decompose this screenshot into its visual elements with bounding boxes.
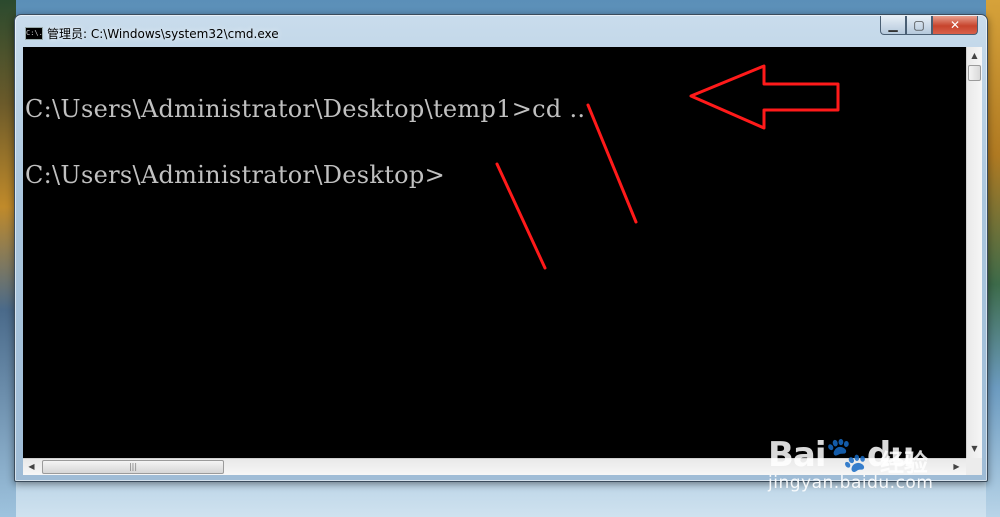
red-arrow-annotation [689, 64, 840, 130]
watermark-url: jingyan.baidu.com [768, 473, 934, 493]
red-line-annotation-1 [586, 103, 638, 224]
paw-logo-icon: 🐾 [825, 435, 868, 475]
baidu-watermark: Bai🐾du 经验 jingyan.baidu.com [760, 405, 980, 500]
red-line-annotation-2 [495, 162, 547, 270]
